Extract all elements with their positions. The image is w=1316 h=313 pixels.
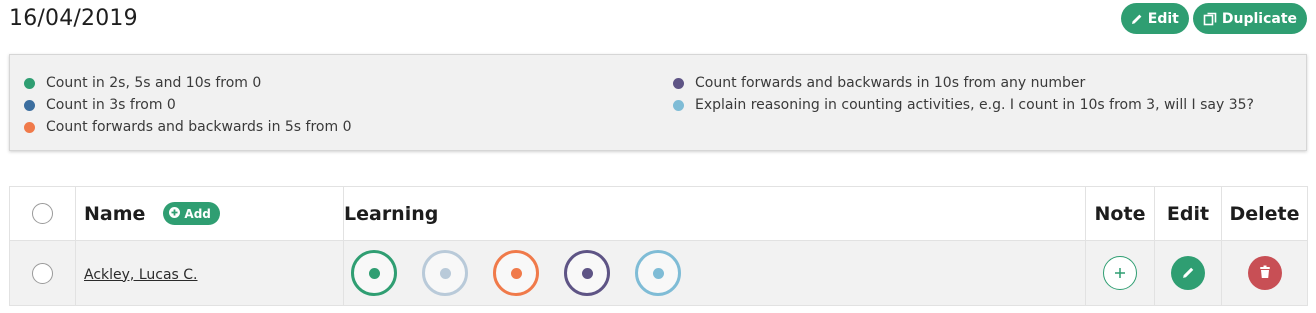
learning-objective-ring[interactable]	[493, 250, 539, 296]
legend-dot-icon	[673, 77, 684, 89]
plus-icon	[1114, 264, 1126, 283]
legend-item-label: Count forwards and backwards in 5s from …	[46, 119, 352, 135]
page-title-date: 16/04/2019	[9, 6, 138, 31]
add-note-button[interactable]	[1103, 256, 1137, 290]
legend-item: Count forwards and backwards in 5s from …	[24, 116, 351, 138]
learning-column-header: Learning	[343, 186, 1086, 241]
ring-center-dot	[581, 267, 593, 279]
name-header-label: Name	[84, 202, 146, 225]
edit-button[interactable]: Edit	[1120, 3, 1189, 34]
note-cell	[1085, 240, 1155, 306]
select-all-radio[interactable]	[32, 203, 53, 224]
observations-table: Name Add Learning Note Edit Delete Ackle…	[9, 186, 1308, 306]
legend-item-label: Explain reasoning in counting activities…	[695, 97, 1254, 113]
legend-item: Count in 3s from 0	[24, 94, 351, 116]
top-actions: Edit Duplicate	[1120, 3, 1307, 34]
learning-objective-ring[interactable]	[351, 250, 397, 296]
pencil-icon	[1131, 13, 1143, 25]
objectives-legend: Count in 2s, 5s and 10s from 0 Count in …	[9, 54, 1307, 151]
ring-center-dot	[510, 267, 522, 279]
student-name-cell: Ackley, Lucas C.	[75, 240, 344, 306]
student-name-link[interactable]: Ackley, Lucas C.	[76, 267, 198, 283]
legend-item-label: Count in 2s, 5s and 10s from 0	[46, 75, 262, 91]
table-header-row: Name Add Learning Note Edit Delete	[9, 186, 1308, 241]
learning-objective-ring[interactable]	[635, 250, 681, 296]
row-select-cell	[9, 240, 76, 306]
select-all-cell	[9, 186, 76, 241]
trash-icon	[1259, 264, 1271, 283]
ring-center-dot	[652, 267, 664, 279]
ring-center-dot	[368, 267, 380, 279]
legend-item: Count in 2s, 5s and 10s from 0	[24, 72, 351, 94]
row-select-radio[interactable]	[32, 262, 53, 284]
table-row: Ackley, Lucas C.	[9, 240, 1308, 306]
ring-center-dot	[439, 267, 451, 279]
legend-item: Count forwards and backwards in 10s from…	[673, 72, 1254, 94]
add-button-label: Add	[184, 206, 211, 221]
legend-column-left: Count in 2s, 5s and 10s from 0 Count in …	[24, 72, 351, 138]
edit-column-header: Edit	[1154, 186, 1222, 241]
pencil-icon	[1182, 264, 1195, 283]
duplicate-button[interactable]: Duplicate	[1192, 3, 1307, 34]
legend-dot-icon	[24, 77, 35, 89]
name-column-header: Name Add	[75, 186, 344, 241]
note-column-header: Note	[1085, 186, 1155, 241]
learning-rings	[351, 250, 1085, 296]
learning-cell	[343, 240, 1086, 306]
legend-item-label: Count forwards and backwards in 10s from…	[695, 75, 1086, 91]
delete-column-header: Delete	[1221, 186, 1308, 241]
legend-item: Explain reasoning in counting activities…	[673, 94, 1254, 116]
edit-button-label: Edit	[1147, 10, 1179, 27]
learning-objective-ring[interactable]	[564, 250, 610, 296]
plus-circle-icon	[169, 206, 181, 221]
delete-row-button[interactable]	[1247, 256, 1282, 290]
edit-cell	[1154, 240, 1222, 306]
legend-dot-icon	[24, 121, 35, 133]
learning-objective-ring[interactable]	[422, 250, 468, 296]
add-student-button[interactable]: Add	[163, 202, 220, 225]
legend-dot-icon	[673, 99, 684, 111]
edit-row-button[interactable]	[1171, 256, 1205, 290]
duplicate-icon	[1203, 12, 1217, 26]
legend-column-right: Count forwards and backwards in 10s from…	[673, 72, 1254, 116]
duplicate-button-label: Duplicate	[1221, 10, 1297, 27]
legend-dot-icon	[24, 99, 35, 111]
delete-cell	[1221, 240, 1308, 306]
legend-item-label: Count in 3s from 0	[46, 97, 176, 113]
